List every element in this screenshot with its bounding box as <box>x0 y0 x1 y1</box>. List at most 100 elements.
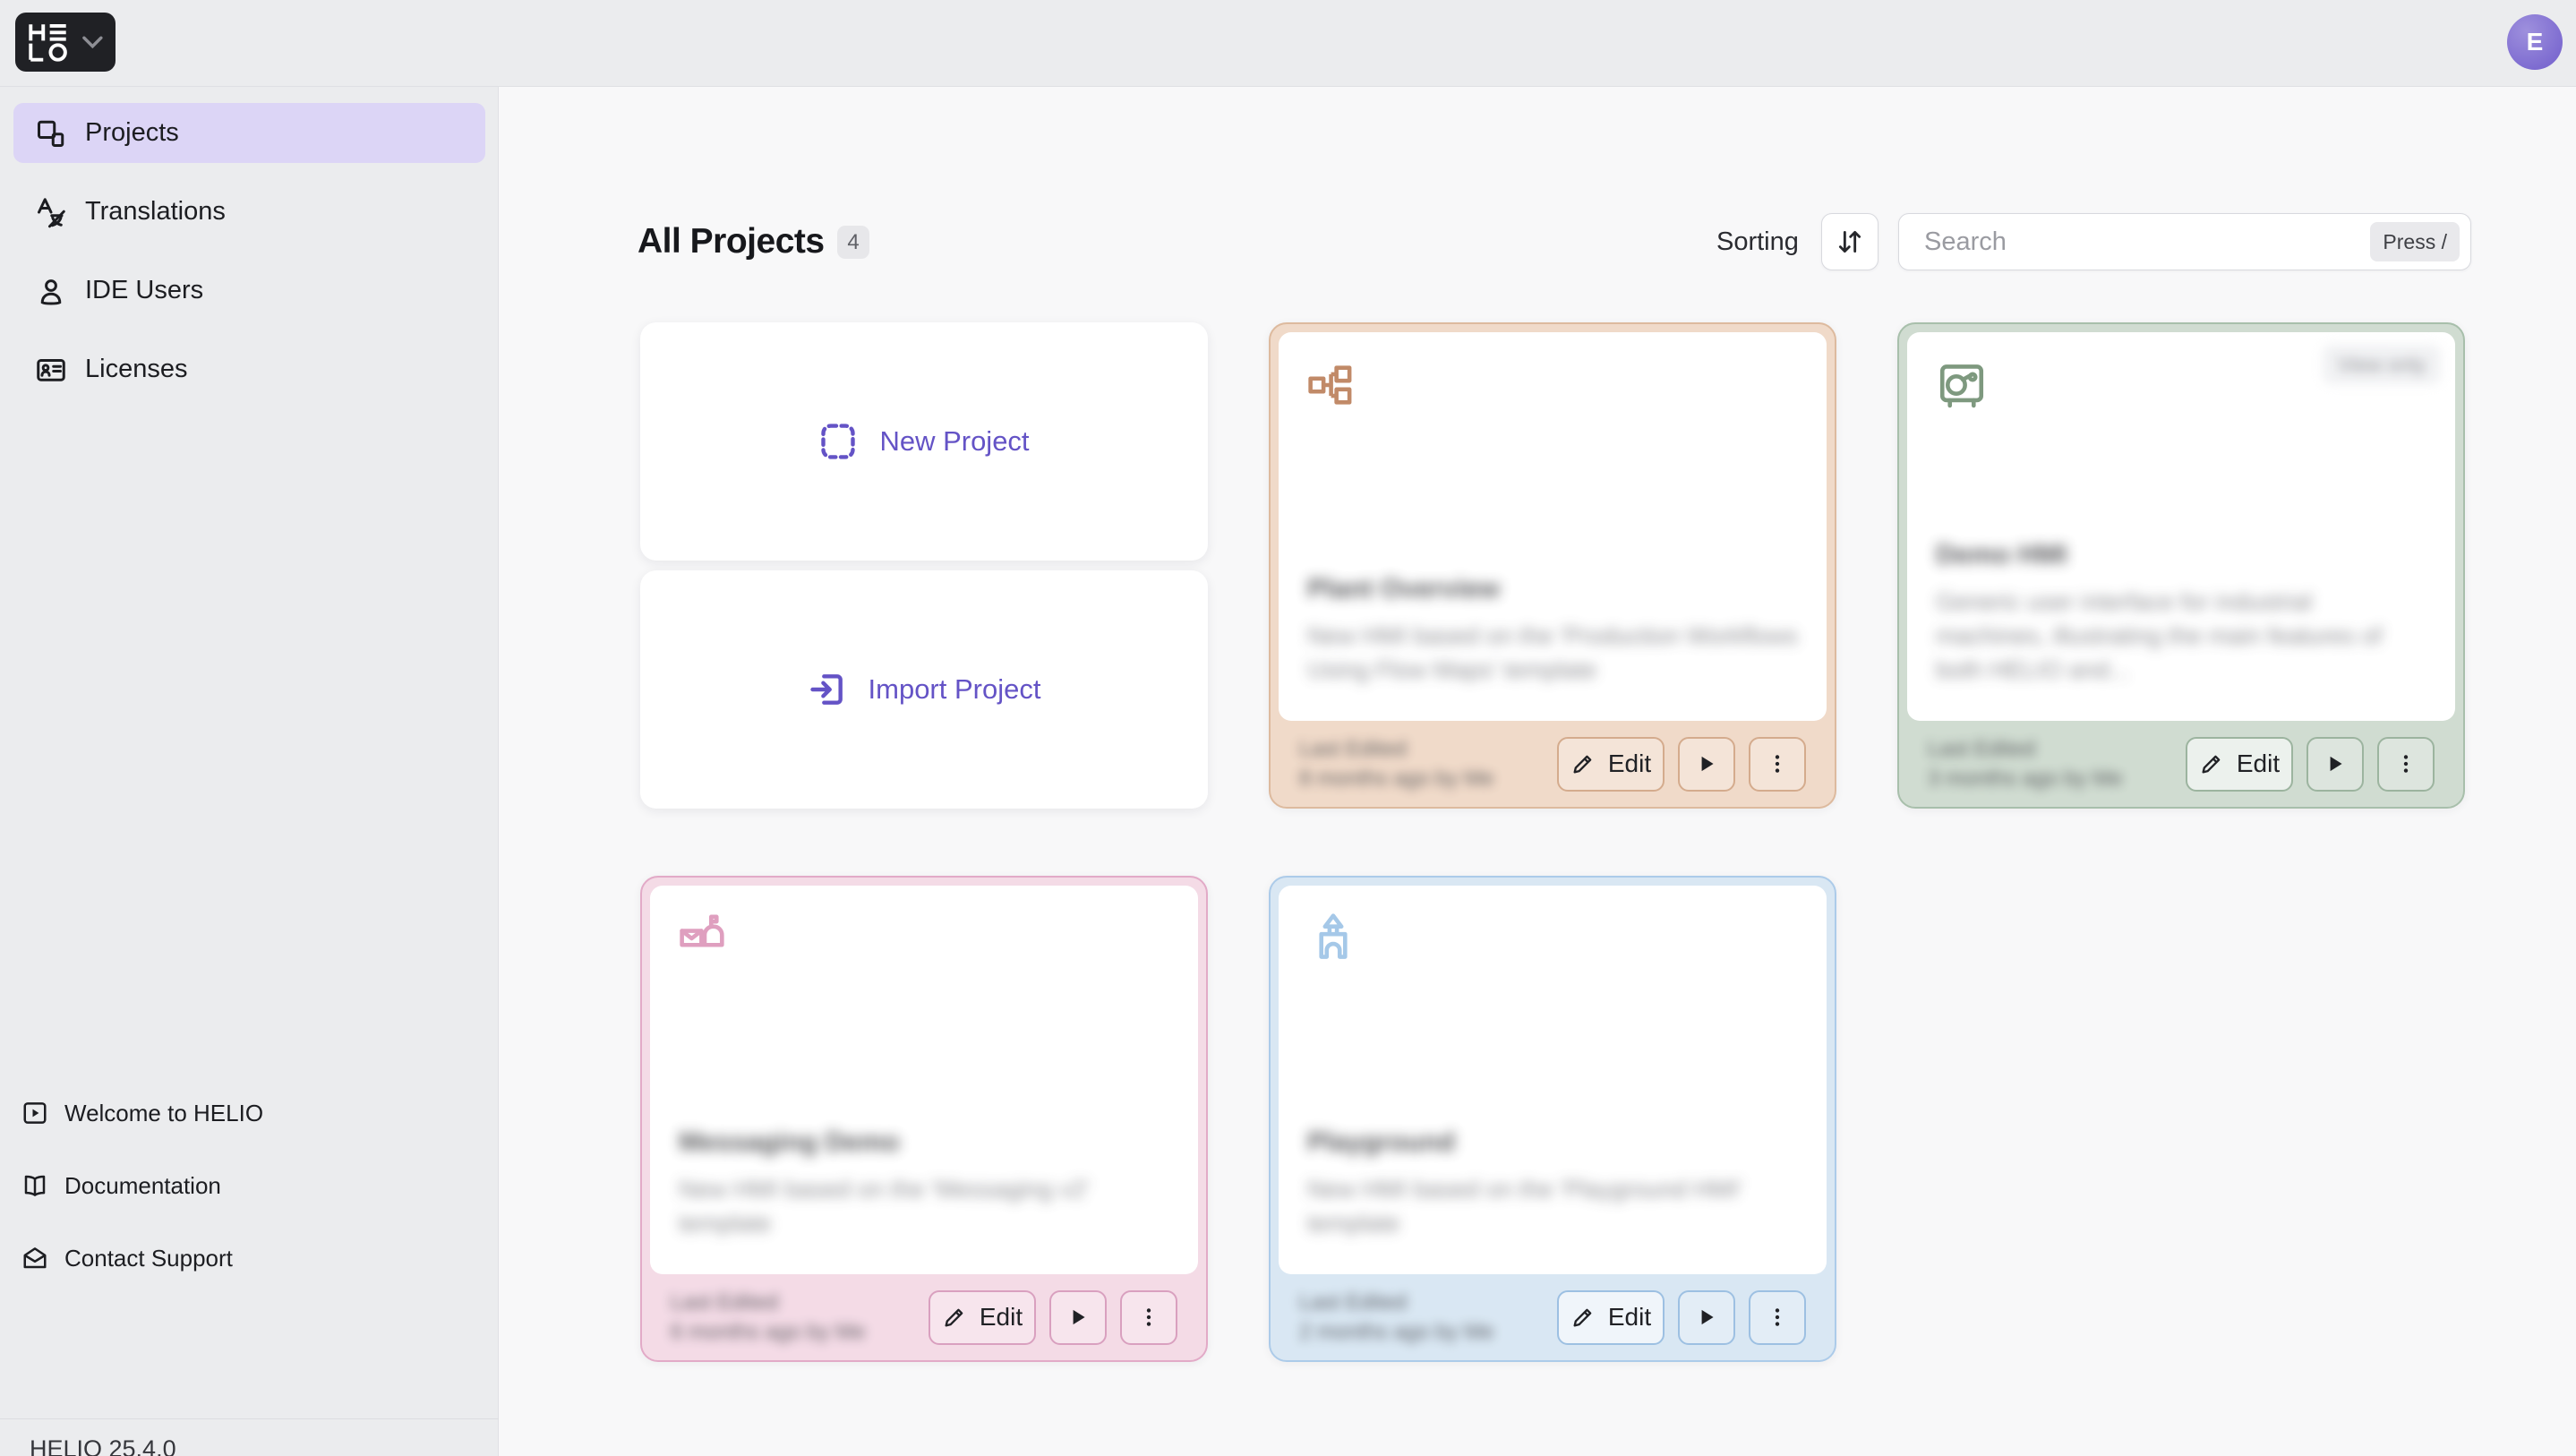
project-card-messaging-demo[interactable]: Messaging Demo New HMI based on the 'Mes… <box>640 876 1208 1362</box>
kebab-menu-icon <box>1766 752 1789 775</box>
top-bar: E <box>0 0 2576 87</box>
license-card-icon <box>35 354 67 386</box>
utility-item-label: Documentation <box>64 1172 221 1200</box>
sidebar-item-ide-users[interactable]: IDE Users <box>13 261 485 321</box>
import-project-label: Import Project <box>869 673 1041 706</box>
edit-button-label: Edit <box>1608 749 1651 778</box>
edit-button-label: Edit <box>1608 1303 1651 1332</box>
sidebar-divider <box>0 1418 499 1419</box>
project-description: New HMI based on the 'Messaging v2' temp… <box>679 1172 1169 1240</box>
sidebar-item-licenses[interactable]: Licenses <box>13 339 485 399</box>
meta-last-edited: Last Edited <box>1299 1288 1493 1317</box>
import-icon <box>808 670 847 709</box>
project-card-footer: Last Edited 2 months ago by Me Edit <box>1271 1274 1835 1360</box>
utility-item-label: Welcome to HELIO <box>64 1100 263 1127</box>
translations-icon <box>35 196 67 228</box>
sidebar-item-label: IDE Users <box>85 276 203 305</box>
helio-logo-icon <box>28 22 72 62</box>
sidebar-item-translations[interactable]: Translations <box>13 182 485 242</box>
meta-edited-ago: 6 months ago by Me <box>671 1317 865 1347</box>
envelope-icon <box>21 1245 48 1272</box>
kebab-menu-icon <box>1766 1306 1789 1329</box>
sidebar-item-welcome[interactable]: Welcome to HELIO <box>21 1088 469 1138</box>
project-card-plant-overview[interactable]: Plant Overview New HMI based on the 'Pro… <box>1269 322 1836 809</box>
sidebar-item-projects[interactable]: Projects <box>13 103 485 163</box>
project-card-demo-hmi[interactable]: View only Demo HMI Generic user interfac… <box>1897 322 2465 809</box>
project-card-body: View only Demo HMI Generic user interfac… <box>1907 332 2455 721</box>
search-input[interactable] <box>1924 227 2370 257</box>
sidebar-item-label: Licenses <box>85 355 187 384</box>
more-options-button[interactable] <box>2377 737 2435 792</box>
meta-edited-ago: 8 months ago by Me <box>1299 764 1493 793</box>
flow-map-icon <box>1307 359 1359 411</box>
meta-last-edited: Last Edited <box>1928 734 2122 764</box>
sidebar: Projects Translations IDE Users <box>0 87 499 1456</box>
project-card-footer: Last Edited 8 months ago by Me Edit <box>1271 721 1835 807</box>
project-description: New HMI based on the 'Playground HMI' te… <box>1307 1172 1798 1240</box>
play-video-icon <box>21 1100 48 1126</box>
pencil-icon <box>942 1305 967 1330</box>
project-card-body: Messaging Demo New HMI based on the 'Mes… <box>650 886 1198 1274</box>
new-project-card[interactable]: New Project <box>640 322 1208 561</box>
helio-logo-menu[interactable] <box>15 13 116 72</box>
pencil-icon <box>1570 751 1596 776</box>
user-avatar[interactable]: E <box>2507 14 2563 70</box>
edit-button[interactable]: Edit <box>1557 737 1665 792</box>
project-card-footer: Last Edited 3 months ago by Me Edit <box>1899 721 2463 807</box>
sort-direction-button[interactable] <box>1821 213 1879 270</box>
project-title: Playground <box>1307 1127 1798 1158</box>
meta-edited-ago: 2 months ago by Me <box>1299 1317 1493 1347</box>
new-project-dashed-icon <box>818 422 858 461</box>
edit-button-label: Edit <box>980 1303 1023 1332</box>
play-icon <box>1695 752 1718 775</box>
run-button[interactable] <box>2306 737 2364 792</box>
search-box: Press / <box>1898 213 2471 270</box>
view-only-badge: View only <box>2323 345 2441 384</box>
project-count-badge: 4 <box>837 226 869 259</box>
sidebar-item-contact-support[interactable]: Contact Support <box>21 1233 469 1283</box>
mailbox-icon <box>679 912 731 964</box>
edit-button[interactable]: Edit <box>929 1290 1036 1345</box>
page-title: All Projects <box>638 222 825 261</box>
import-project-card[interactable]: Import Project <box>640 570 1208 809</box>
edit-button-label: Edit <box>2237 749 2280 778</box>
app-version: HELIO 25.4.0 <box>30 1435 176 1456</box>
project-title: Messaging Demo <box>679 1127 1169 1158</box>
more-options-button[interactable] <box>1749 1290 1806 1345</box>
more-options-button[interactable] <box>1749 737 1806 792</box>
project-card-body: Playground New HMI based on the 'Playgro… <box>1279 886 1827 1274</box>
user-icon <box>35 275 67 307</box>
pencil-icon <box>2199 751 2224 776</box>
chevron-down-icon <box>82 36 103 48</box>
project-title: Plant Overview <box>1307 574 1798 604</box>
projects-icon <box>35 117 67 150</box>
castle-icon <box>1307 912 1359 964</box>
sorting-label: Sorting <box>1716 227 1799 257</box>
edit-button[interactable]: Edit <box>1557 1290 1665 1345</box>
edit-button[interactable]: Edit <box>2186 737 2293 792</box>
search-shortcut-hint: Press / <box>2370 222 2460 261</box>
machine-icon <box>1936 359 1988 411</box>
utility-item-label: Contact Support <box>64 1245 233 1272</box>
play-icon <box>1695 1306 1718 1329</box>
project-description: Generic user interface for industrial ma… <box>1936 585 2426 687</box>
play-icon <box>1066 1306 1090 1329</box>
meta-last-edited: Last Edited <box>1299 734 1493 764</box>
project-card-body: Plant Overview New HMI based on the 'Pro… <box>1279 332 1827 721</box>
run-button[interactable] <box>1678 1290 1735 1345</box>
project-card-footer: Last Edited 6 months ago by Me Edit <box>642 1274 1206 1360</box>
more-options-button[interactable] <box>1120 1290 1177 1345</box>
meta-last-edited: Last Edited <box>671 1288 865 1317</box>
sidebar-item-label: Projects <box>85 118 179 148</box>
project-description: New HMI based on the 'Production Workflo… <box>1307 619 1798 687</box>
project-title: Demo HMI <box>1936 540 2426 570</box>
pencil-icon <box>1570 1305 1596 1330</box>
run-button[interactable] <box>1049 1290 1107 1345</box>
sidebar-item-documentation[interactable]: Documentation <box>21 1161 469 1211</box>
kebab-menu-icon <box>1137 1306 1160 1329</box>
meta-edited-ago: 3 months ago by Me <box>1928 764 2122 793</box>
new-project-label: New Project <box>879 425 1029 458</box>
project-card-playground[interactable]: Playground New HMI based on the 'Playgro… <box>1269 876 1836 1362</box>
run-button[interactable] <box>1678 737 1735 792</box>
kebab-menu-icon <box>2394 752 2418 775</box>
